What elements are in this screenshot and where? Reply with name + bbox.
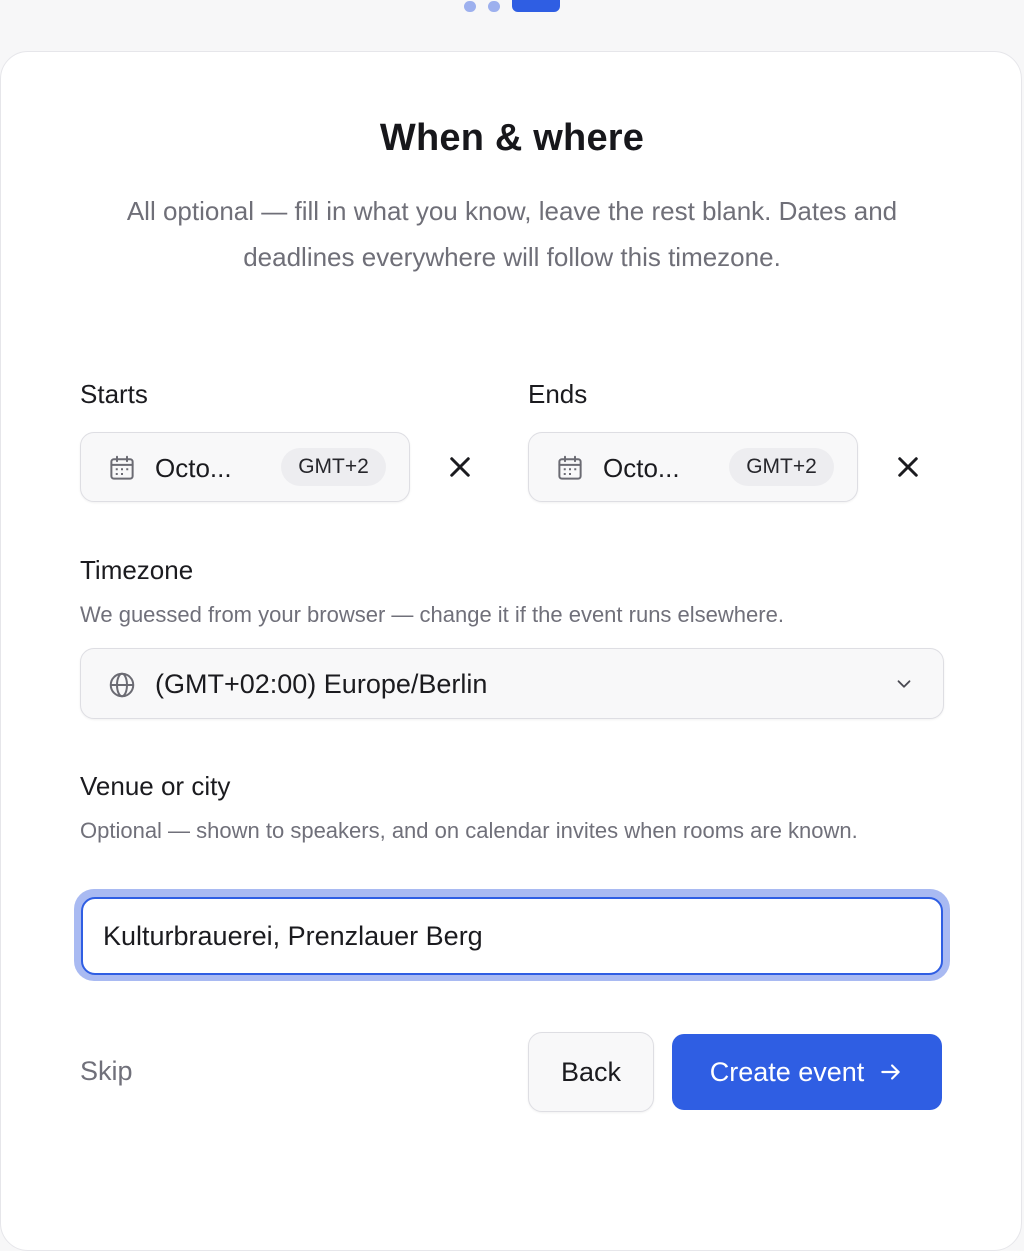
starts-label: Starts — [80, 379, 148, 409]
create-event-button[interactable]: Create event — [672, 1034, 942, 1110]
back-button[interactable]: Back — [528, 1032, 654, 1112]
chevron-down-icon — [897, 680, 911, 688]
globe-icon — [109, 672, 135, 698]
ends-date-picker[interactable]: Octo... GMT+2 — [528, 432, 858, 502]
starts-date-picker[interactable]: Octo... GMT+2 — [80, 432, 410, 502]
timezone-help-text: We guessed from your browser — change it… — [80, 602, 784, 627]
calendar-icon — [110, 455, 134, 480]
ends-clear-close-icon[interactable] — [890, 449, 926, 485]
ends-timezone-badge: GMT+2 — [729, 448, 834, 486]
timezone-select[interactable]: (GMT+02:00) Europe/Berlin — [80, 648, 944, 719]
starts-date-value: Octo... — [155, 453, 232, 483]
venue-help-text: Optional — shown to speakers, and on cal… — [80, 818, 858, 843]
timezone-label: Timezone — [80, 555, 194, 585]
venue-label: Venue or city — [80, 771, 231, 801]
timezone-selected-value: (GMT+02:00) Europe/Berlin — [155, 669, 488, 699]
step-dot-2 — [488, 1, 500, 12]
calendar-icon — [558, 455, 582, 480]
venue-input[interactable] — [81, 897, 943, 975]
arrow-right-icon — [881, 1064, 900, 1080]
starts-timezone-badge: GMT+2 — [281, 448, 386, 486]
step-dot-3-active — [512, 0, 560, 12]
step-indicator — [0, 0, 1024, 14]
ends-label: Ends — [528, 379, 588, 409]
ends-date-value: Octo... — [603, 453, 680, 483]
create-event-button-content: Create event — [710, 1057, 905, 1088]
skip-link[interactable]: Skip — [80, 1056, 133, 1087]
page-subtitle: All optional — fill in what you know, le… — [126, 196, 898, 272]
create-event-label: Create event — [709, 1056, 865, 1087]
step-dot-1 — [464, 1, 476, 12]
page-title: When & where — [379, 117, 645, 159]
starts-clear-close-icon[interactable] — [442, 449, 478, 485]
